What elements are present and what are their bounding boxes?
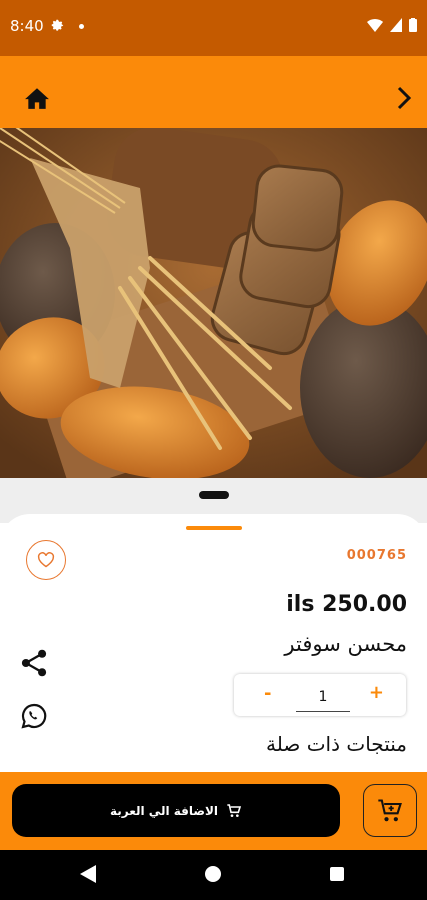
product-sku: 000765 xyxy=(346,548,407,563)
product-image xyxy=(0,128,427,478)
quantity-stepper: - 1 + xyxy=(234,674,406,716)
app-bar xyxy=(0,56,427,128)
status-icons xyxy=(367,18,417,32)
wifi-icon xyxy=(367,18,383,32)
add-to-cart-button[interactable]: الاضافة الي العربة xyxy=(12,784,340,837)
product-name: محسن سوفتر xyxy=(284,632,407,656)
related-products-title: منتجات ذات صلة xyxy=(266,732,407,756)
bottom-action-bar: الاضافة الي العربة xyxy=(0,772,427,850)
nav-back-icon[interactable] xyxy=(80,865,96,883)
divider xyxy=(186,526,242,530)
status-bar: 8:40 xyxy=(0,0,427,56)
settings-icon xyxy=(51,19,64,31)
cart-icon xyxy=(378,798,402,821)
heart-icon xyxy=(37,552,55,568)
nav-home-icon[interactable] xyxy=(205,866,221,882)
sheet-handle[interactable] xyxy=(199,491,229,499)
cart-button[interactable] xyxy=(363,784,417,837)
status-time: 8:40 xyxy=(10,17,44,35)
share-icon[interactable] xyxy=(20,648,48,678)
favorite-button[interactable] xyxy=(26,540,66,580)
product-price: ils 250.00 xyxy=(286,592,407,617)
home-icon[interactable] xyxy=(24,86,50,110)
increment-button[interactable]: + xyxy=(369,682,384,703)
quantity-input[interactable]: 1 xyxy=(296,682,350,712)
notification-dot xyxy=(79,24,84,29)
whatsapp-icon[interactable] xyxy=(20,702,48,730)
product-details-card: 000765 ils 250.00 محسن سوفتر - 1 + منتجا… xyxy=(0,514,427,774)
add-to-cart-label: الاضافة الي العربة xyxy=(109,803,219,818)
signal-icon xyxy=(390,18,402,32)
system-nav-bar xyxy=(0,850,427,900)
nav-recents-icon[interactable] xyxy=(330,867,344,881)
cart-icon xyxy=(227,803,242,817)
decrement-button[interactable]: - xyxy=(264,683,271,704)
battery-icon xyxy=(409,18,417,32)
chevron-right-icon[interactable] xyxy=(391,85,415,111)
